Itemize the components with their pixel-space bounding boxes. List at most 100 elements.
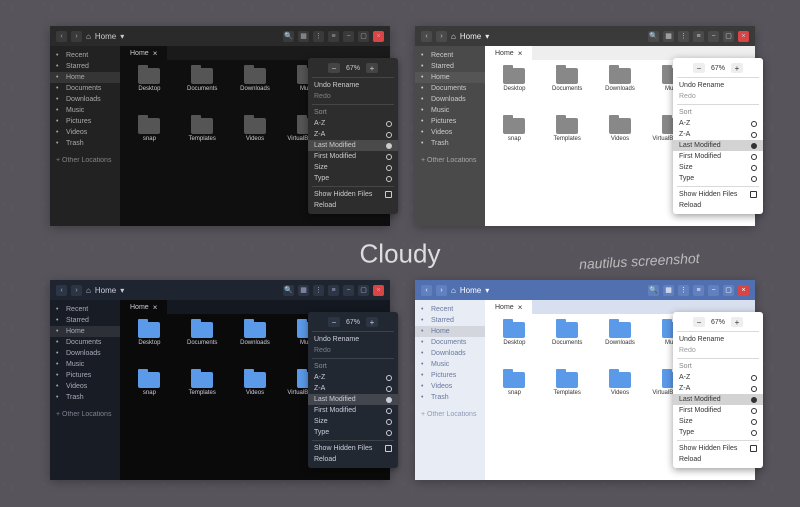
menu-sort-first-modified[interactable]: First Modified	[673, 405, 763, 416]
zoom-in-button[interactable]: +	[366, 63, 378, 73]
tab-close-icon[interactable]: ×	[518, 303, 523, 312]
menu-sort-type[interactable]: Type	[308, 173, 398, 184]
sidebar-item-trash[interactable]: •Trash	[415, 138, 485, 149]
grid-icon[interactable]: ▦	[298, 285, 309, 296]
tab-home[interactable]: Home×	[120, 46, 167, 60]
sidebar-item-home[interactable]: •Home	[415, 72, 485, 83]
menu-redo[interactable]: Redo	[308, 345, 398, 356]
folder-templates[interactable]: Templates	[542, 118, 593, 166]
sidebar-item-home[interactable]: •Home	[50, 72, 120, 83]
grid-icon[interactable]: ▦	[663, 285, 674, 296]
menu-show-hidden[interactable]: Show Hidden Files	[308, 443, 398, 454]
sidebar-item-downloads[interactable]: •Downloads	[415, 94, 485, 105]
menu-show-hidden[interactable]: Show Hidden Files	[673, 443, 763, 454]
sidebar-item-starred[interactable]: •Starred	[415, 61, 485, 72]
back-button[interactable]: ‹	[56, 285, 67, 296]
maximize-button[interactable]: ▢	[723, 285, 734, 296]
folder-downloads[interactable]: Downloads	[230, 322, 281, 370]
folder-videos[interactable]: Videos	[230, 372, 281, 420]
sidebar-item-videos[interactable]: •Videos	[415, 381, 485, 392]
forward-button[interactable]: ›	[71, 285, 82, 296]
sidebar-item-pictures[interactable]: •Pictures	[50, 116, 120, 127]
menu-show-hidden[interactable]: Show Hidden Files	[308, 189, 398, 200]
sidebar-other-locations[interactable]: + Other Locations	[415, 409, 485, 420]
menu-sort-z-a[interactable]: Z-A	[673, 129, 763, 140]
search-icon[interactable]: 🔍	[283, 31, 294, 42]
menu-icon[interactable]: ⋮	[313, 31, 324, 42]
zoom-out-button[interactable]: −	[328, 63, 340, 73]
sidebar-item-trash[interactable]: •Trash	[415, 392, 485, 403]
search-icon[interactable]: 🔍	[648, 31, 659, 42]
sidebar-item-music[interactable]: •Music	[415, 105, 485, 116]
close-button[interactable]: ×	[738, 31, 749, 42]
folder-desktop[interactable]: Desktop	[124, 68, 175, 116]
folder-templates[interactable]: Templates	[177, 372, 228, 420]
zoom-out-button[interactable]: −	[693, 317, 705, 327]
zoom-in-button[interactable]: +	[366, 317, 378, 327]
sidebar-item-videos[interactable]: •Videos	[50, 381, 120, 392]
folder-templates[interactable]: Templates	[177, 118, 228, 166]
close-button[interactable]: ×	[373, 31, 384, 42]
chevron-down-icon[interactable]: ▾	[120, 286, 124, 295]
sidebar-item-documents[interactable]: •Documents	[50, 83, 120, 94]
menu-icon[interactable]: ⋮	[313, 285, 324, 296]
menu-sort-z-a[interactable]: Z-A	[673, 383, 763, 394]
sidebar-item-recent[interactable]: •Recent	[415, 50, 485, 61]
menu-show-hidden[interactable]: Show Hidden Files	[673, 189, 763, 200]
sidebar-item-documents[interactable]: •Documents	[50, 337, 120, 348]
hamburger-icon[interactable]: ≡	[693, 31, 704, 42]
sidebar-item-recent[interactable]: •Recent	[415, 304, 485, 315]
zoom-out-button[interactable]: −	[328, 317, 340, 327]
folder-snap[interactable]: snap	[489, 372, 540, 420]
sidebar-item-videos[interactable]: •Videos	[50, 127, 120, 138]
menu-sort-first-modified[interactable]: First Modified	[308, 405, 398, 416]
hamburger-icon[interactable]: ≡	[328, 31, 339, 42]
menu-sort-first-modified[interactable]: First Modified	[308, 151, 398, 162]
minimize-button[interactable]: −	[708, 31, 719, 42]
sidebar-item-music[interactable]: •Music	[50, 105, 120, 116]
menu-undo[interactable]: Undo Rename	[308, 334, 398, 345]
folder-desktop[interactable]: Desktop	[489, 322, 540, 370]
grid-icon[interactable]: ▦	[663, 31, 674, 42]
sidebar-item-recent[interactable]: •Recent	[50, 50, 120, 61]
folder-documents[interactable]: Documents	[542, 68, 593, 116]
back-button[interactable]: ‹	[421, 285, 432, 296]
sidebar-item-trash[interactable]: •Trash	[50, 138, 120, 149]
forward-button[interactable]: ›	[436, 285, 447, 296]
menu-sort-last-modified[interactable]: Last Modified	[673, 140, 763, 151]
sidebar-item-trash[interactable]: •Trash	[50, 392, 120, 403]
menu-sort-type[interactable]: Type	[308, 427, 398, 438]
maximize-button[interactable]: ▢	[358, 31, 369, 42]
sidebar-other-locations[interactable]: + Other Locations	[415, 155, 485, 166]
back-button[interactable]: ‹	[421, 31, 432, 42]
tab-home[interactable]: Home×	[485, 300, 532, 314]
folder-downloads[interactable]: Downloads	[230, 68, 281, 116]
sidebar-item-starred[interactable]: •Starred	[415, 315, 485, 326]
menu-redo[interactable]: Redo	[673, 345, 763, 356]
folder-downloads[interactable]: Downloads	[595, 322, 646, 370]
tab-home[interactable]: Home×	[120, 300, 167, 314]
sidebar-item-downloads[interactable]: •Downloads	[50, 94, 120, 105]
sidebar-item-downloads[interactable]: •Downloads	[50, 348, 120, 359]
menu-sort-last-modified[interactable]: Last Modified	[308, 394, 398, 405]
menu-redo[interactable]: Redo	[308, 91, 398, 102]
sidebar-item-home[interactable]: •Home	[415, 326, 485, 337]
menu-undo[interactable]: Undo Rename	[673, 334, 763, 345]
folder-snap[interactable]: snap	[124, 372, 175, 420]
menu-sort-z-a[interactable]: Z-A	[308, 129, 398, 140]
folder-videos[interactable]: Videos	[595, 118, 646, 166]
menu-sort-a-z[interactable]: A-Z	[308, 118, 398, 129]
maximize-button[interactable]: ▢	[723, 31, 734, 42]
folder-snap[interactable]: snap	[489, 118, 540, 166]
folder-videos[interactable]: Videos	[230, 118, 281, 166]
forward-button[interactable]: ›	[71, 31, 82, 42]
menu-sort-size[interactable]: Size	[673, 162, 763, 173]
menu-reload[interactable]: Reload	[308, 200, 398, 211]
chevron-down-icon[interactable]: ▾	[120, 32, 124, 41]
search-icon[interactable]: 🔍	[648, 285, 659, 296]
grid-icon[interactable]: ▦	[298, 31, 309, 42]
tab-home[interactable]: Home×	[485, 46, 532, 60]
tab-close-icon[interactable]: ×	[153, 303, 158, 312]
sidebar-item-recent[interactable]: •Recent	[50, 304, 120, 315]
forward-button[interactable]: ›	[436, 31, 447, 42]
